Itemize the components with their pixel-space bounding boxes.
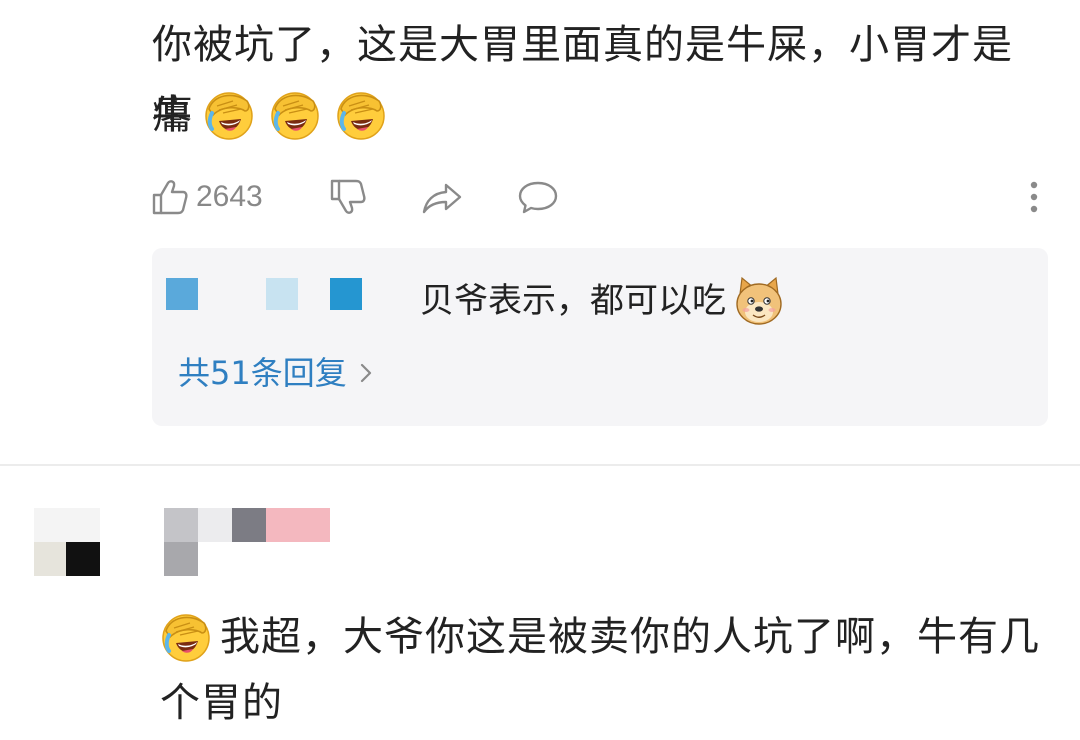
share-button[interactable] — [420, 170, 464, 224]
like-button[interactable]: 2643 — [150, 170, 263, 224]
facepalm-laugh-emoji-icon — [203, 89, 255, 141]
comment-2-line-1: 我超，大爷你这是被卖你的人坑了啊，牛有几 — [220, 614, 1040, 660]
redacted-username-block — [266, 278, 298, 310]
comment-divider — [0, 464, 1080, 466]
reply-button[interactable] — [516, 170, 560, 224]
facepalm-laugh-emoji-icon — [335, 89, 387, 141]
reply-preview-box[interactable]: 贝爷表示，都可以吃 共51条回复 — [152, 248, 1048, 426]
chat-bubble-icon — [518, 181, 558, 214]
like-count: 2643 — [196, 180, 263, 213]
more-options-button[interactable] — [1022, 170, 1046, 224]
comment-2-body: 我超，大爷你这是被卖你的人坑了啊，牛有几 个胃的 — [160, 604, 1040, 736]
username-blur-block — [266, 508, 330, 542]
redacted-username-block — [330, 278, 362, 310]
more-vertical-icon — [1030, 181, 1038, 213]
doge-emoji-icon — [732, 274, 786, 328]
comment-action-bar: 2643 — [150, 170, 1050, 224]
username-blur-block — [198, 508, 232, 542]
view-all-replies-link[interactable]: 共51条回复 — [178, 348, 373, 398]
reply-preview-text-row: 贝爷表示，都可以吃 — [420, 274, 800, 328]
comment-text-line-2: 癟 — [152, 92, 193, 138]
reply-count-label: 共51条回复 — [178, 354, 347, 392]
reply-preview-text: 贝爷表示，都可以吃 — [420, 281, 726, 321]
facepalm-laugh-emoji-icon — [269, 89, 321, 141]
comment-text-line-2-row: 癟 — [152, 80, 1032, 150]
comment-2-line-2: 个胃的 — [160, 680, 283, 726]
avatar-blur-block — [66, 542, 100, 576]
redacted-username-block — [166, 278, 198, 310]
comment-2-line-1-row: 我超，大爷你这是被卖你的人坑了啊，牛有几 — [160, 604, 1040, 670]
chevron-right-icon — [360, 363, 371, 383]
avatar-blur-block — [34, 542, 66, 576]
facepalm-laugh-emoji-icon — [160, 611, 212, 663]
thumbs-down-icon — [330, 179, 366, 214]
avatar-blur-block — [34, 508, 100, 542]
dislike-button[interactable] — [328, 170, 368, 224]
username-blur-block — [164, 508, 198, 542]
username-blur-block — [164, 542, 198, 576]
share-arrow-icon — [422, 183, 462, 214]
username-blur-block — [232, 508, 266, 542]
thumbs-up-icon — [152, 180, 188, 215]
